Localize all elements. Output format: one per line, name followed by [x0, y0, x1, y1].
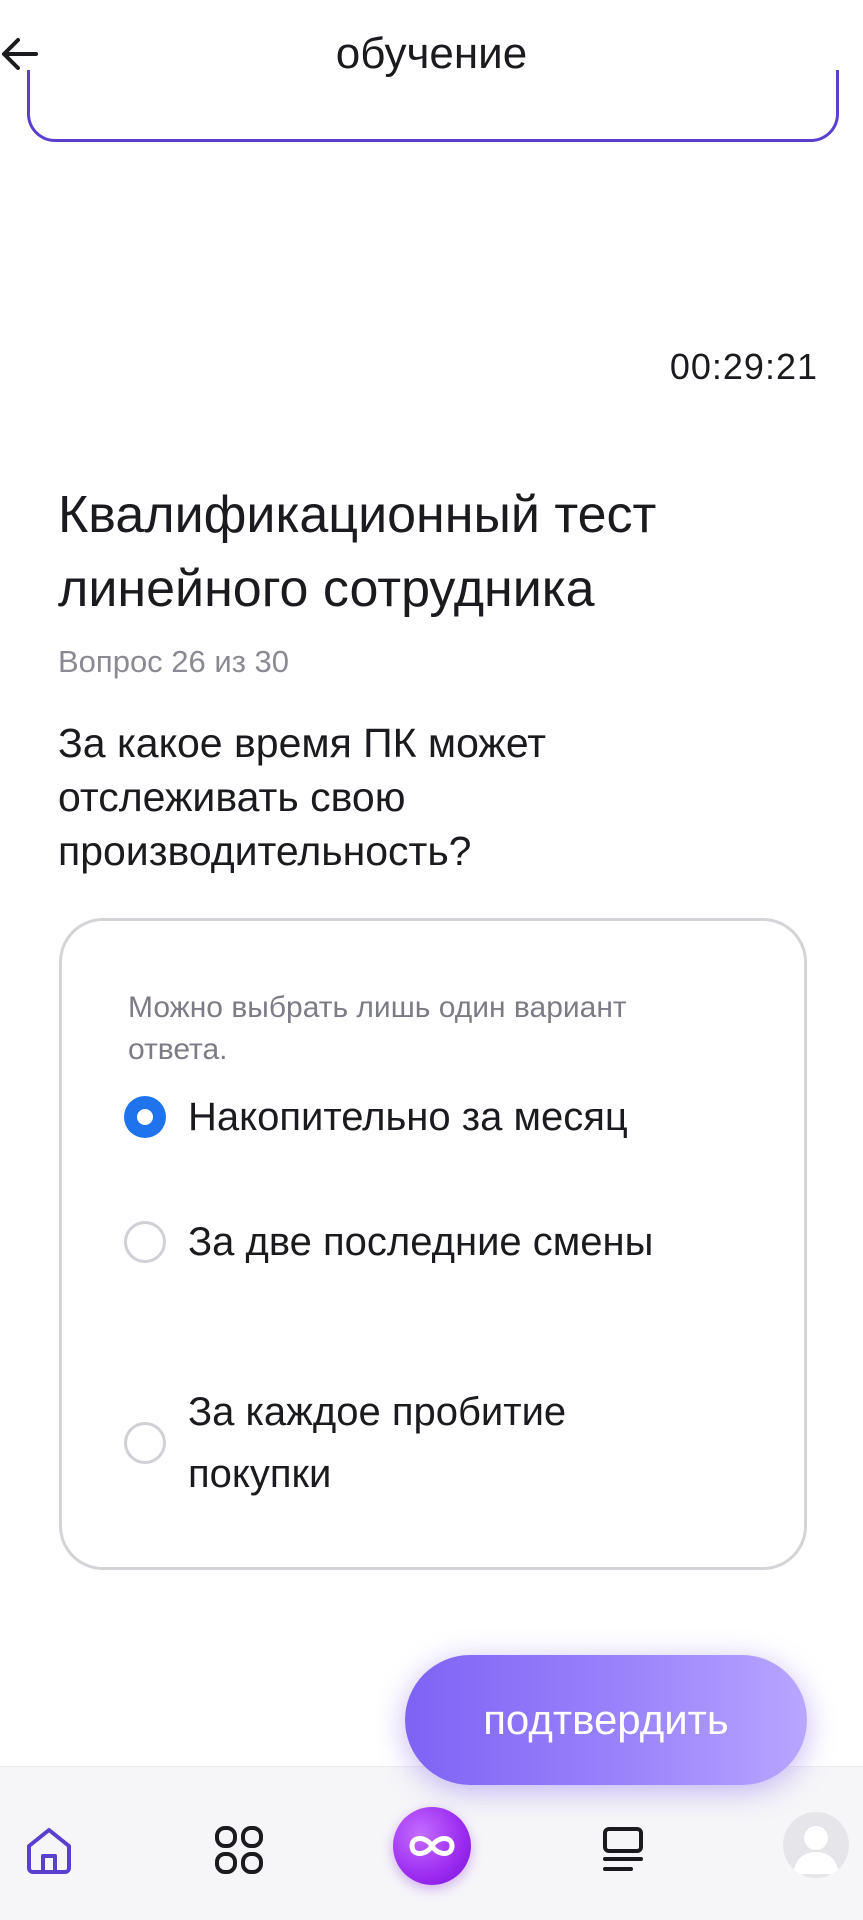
grid-icon — [215, 1826, 263, 1874]
answer-option-label: Накопительно за месяц — [188, 1095, 628, 1139]
nav-main-logo[interactable] — [393, 1807, 471, 1885]
home-icon — [27, 1828, 71, 1874]
infinity-logo-icon — [409, 1836, 455, 1856]
bottom-navigation — [0, 1766, 863, 1920]
selection-hint: Можно выбрать лишь один вариант ответа. — [128, 991, 627, 1066]
radio-unselected-icon[interactable] — [124, 1221, 166, 1263]
radio-unselected-icon[interactable] — [124, 1422, 166, 1464]
answer-option-2[interactable]: За две последние смены — [124, 1211, 764, 1273]
test-title: Квалификационный тест линейного сотрудни… — [58, 486, 657, 618]
question-counter: Вопрос 26 из 30 — [58, 644, 290, 679]
nav-home[interactable] — [14, 1815, 84, 1885]
confirm-button[interactable]: подтвердить — [405, 1655, 807, 1785]
list-icon — [603, 1827, 643, 1871]
answer-options-card: Можно выбрать лишь один вариант ответа. … — [59, 918, 807, 1570]
nav-courses[interactable] — [588, 1815, 658, 1885]
previous-card-edge — [27, 70, 839, 142]
answer-option-label: За каждое пробитие покупки — [188, 1390, 567, 1496]
profile-avatar-icon — [793, 1826, 839, 1874]
test-timer: 00:29:21 — [669, 346, 818, 387]
answer-option-1[interactable]: Накопительно за месяц — [124, 1086, 764, 1148]
nav-profile[interactable] — [783, 1812, 849, 1878]
answer-option-3[interactable]: За каждое пробитие покупки — [124, 1381, 764, 1505]
answer-option-label: За две последние смены — [188, 1220, 654, 1264]
radio-selected-icon[interactable] — [124, 1096, 166, 1138]
question-text: За какое время ПК может отслеживать свою… — [58, 720, 547, 874]
nav-catalog[interactable] — [204, 1815, 274, 1885]
